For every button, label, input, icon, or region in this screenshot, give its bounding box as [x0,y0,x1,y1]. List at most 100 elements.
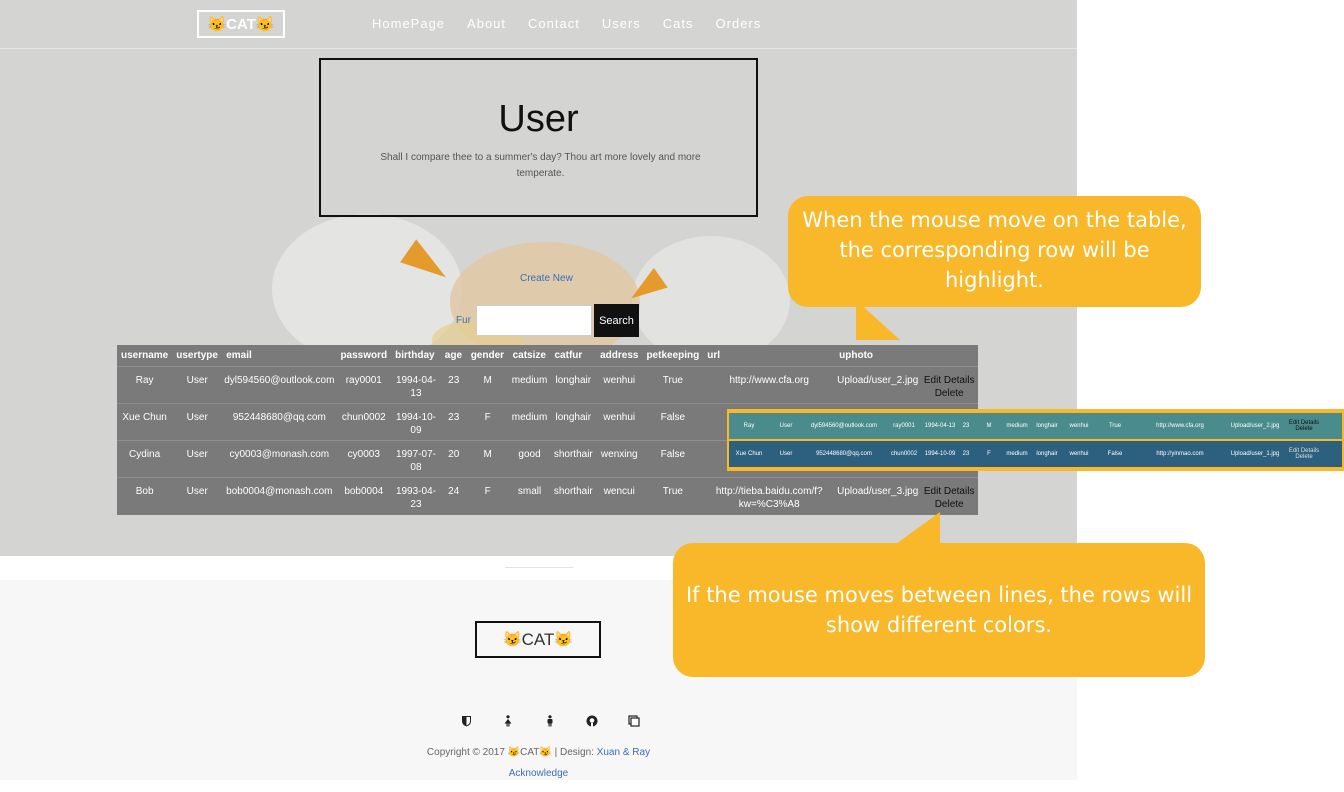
cell-catfur: longhair [555,374,592,386]
cell-email: bob0004@monash.com [226,486,333,498]
cell-actions[interactable]: Edit Details Delete [1285,420,1323,432]
cat-face-icon: 😼 [539,747,552,758]
cell-birthday: 1993-04-23 [395,486,436,511]
column-header: petkeeping [646,349,700,361]
nav-logo[interactable]: 😼 CAT 😼 [197,10,285,38]
cell-catsize: small [517,486,542,498]
cell-username: Ray [743,423,755,429]
cell-email: dyl594560@outlook.com [810,423,878,429]
cell-address: wenhui [1069,451,1089,457]
nav-link-contact[interactable]: Contact [517,16,591,32]
copyright-brand: CAT [520,747,540,758]
nav-logo-text: CAT [226,15,256,33]
cell-age: 23 [962,423,970,429]
social-links [445,713,655,729]
page-subtitle: Shall I compare thee to a summer's day? … [380,152,701,179]
cell-address: wenxing [600,449,638,460]
search-button[interactable]: Search [594,304,639,337]
cell-uphoto: Upload/user_3.jpg [837,486,919,498]
page-title: User [498,98,579,140]
design-label: | Design: [554,747,594,758]
details-link[interactable]: Details [944,375,975,386]
cell-url: http://yinmao.com [1156,451,1204,457]
highlighted-row[interactable]: Ray User dyl594560@outlook.com ray0001 1… [729,413,1342,439]
cell-catfur: shorthair [553,449,593,460]
main-nav: HomePage About Contact Users Cats Orders [361,16,772,32]
cell-username: Xue Chun [735,451,763,457]
cell-petkeeping: True [662,374,683,386]
footer-divider [505,567,573,568]
callout-pointer [896,512,940,544]
details-link[interactable]: Details [944,486,975,497]
cell-email: 952448680@qq.com [232,411,326,423]
cell-address: wenhui [1069,423,1089,429]
cell-email: 952448680@qq.com [816,451,872,457]
column-header: catsize [512,349,546,361]
shield-icon[interactable] [445,713,487,729]
cell-usertype: User [186,486,208,498]
designers-link[interactable]: Xuan & Ray [597,747,650,758]
nav-link-users[interactable]: Users [591,16,652,32]
nav-link-orders[interactable]: Orders [705,16,773,32]
column-header: gender [470,349,505,361]
cell-url: http://www.cfa.org [729,374,809,386]
nav-link-cats[interactable]: Cats [652,16,705,32]
cell-url: http://www.cfa.org [1156,423,1204,429]
cell-catsize: medium [1006,423,1028,429]
cell-actions: Edit Details Delete [920,478,978,515]
cell-gender: F [484,411,491,423]
nav-link-about[interactable]: About [456,16,517,32]
edit-link[interactable]: Edit [924,486,941,497]
female-icon[interactable] [487,713,529,729]
delete-link[interactable]: Delete [935,499,964,510]
nav-link-homepage[interactable]: HomePage [361,16,456,32]
alternate-row[interactable]: Xue Chun User 952448680@qq.com chun0002 … [729,441,1342,467]
cell-username: Cydina [129,449,161,460]
cell-password: bob0004 [344,486,384,498]
create-new-link[interactable]: Create New [520,273,573,284]
cat-face-icon: 😼 [502,631,522,648]
cell-password: chun0002 [890,451,918,457]
copyright-line: Copyright © 2017 😼CAT😼 | Design: Xuan & … [0,747,1077,758]
column-header: usertype [176,349,218,361]
cat-face-icon: 😼 [507,747,521,758]
cell-usertype: User [779,423,793,429]
cell-age: 23 [448,411,460,423]
cell-username: Xue Chun [122,411,167,423]
search-input[interactable] [476,305,592,336]
edit-link[interactable]: Edit [924,375,941,386]
cell-age: 24 [448,486,460,498]
male-icon[interactable] [529,713,571,729]
cell-catfur: longhair [1036,423,1058,429]
cell-uphoto: Upload/user_2.jpg [837,374,919,386]
copy-icon[interactable] [613,713,655,729]
cell-petkeeping: False [660,411,686,423]
cell-catsize: medium [1006,451,1028,457]
cell-catsize: medium [511,374,548,386]
cell-birthday: 1994-04-13 [924,423,956,429]
cell-catfur: longhair [1036,451,1058,457]
footer-logo[interactable]: 😼 CAT 😼 [475,621,601,658]
nav-divider [0,48,1077,49]
cell-gender: M [483,449,492,460]
cell-actions: Edit Details Delete [920,366,978,403]
cell-catfur: shorthair [553,486,593,498]
cell-usertype: User [779,451,793,457]
cell-password: cy0003 [347,449,380,460]
acknowledge-link[interactable]: Acknowledge [0,768,1077,779]
table-row[interactable]: Bob User bob0004@monash.com bob0004 1993… [117,477,978,515]
callout-alternate-note: If the mouse moves between lines, the ro… [673,543,1205,677]
cell-birthday: 1994-10-09 [395,411,436,436]
cell-birthday: 1994-10-09 [924,451,956,457]
column-header: email [226,349,252,361]
cell-uphoto: Upload/user_1.jpg [1230,451,1280,457]
column-header: url [707,349,721,361]
delete-link[interactable]: Delete [935,388,964,399]
cell-gender: F [484,486,491,498]
cell-actions[interactable]: Edit Details Delete [1285,448,1323,460]
cell-usertype: User [186,374,208,386]
title-box: User Shall I compare thee to a summer's … [319,58,758,217]
cell-age: 23 [448,374,460,386]
table-row[interactable]: Ray User dyl594560@outlook.com ray0001 1… [117,366,978,403]
github-icon[interactable] [571,713,613,729]
